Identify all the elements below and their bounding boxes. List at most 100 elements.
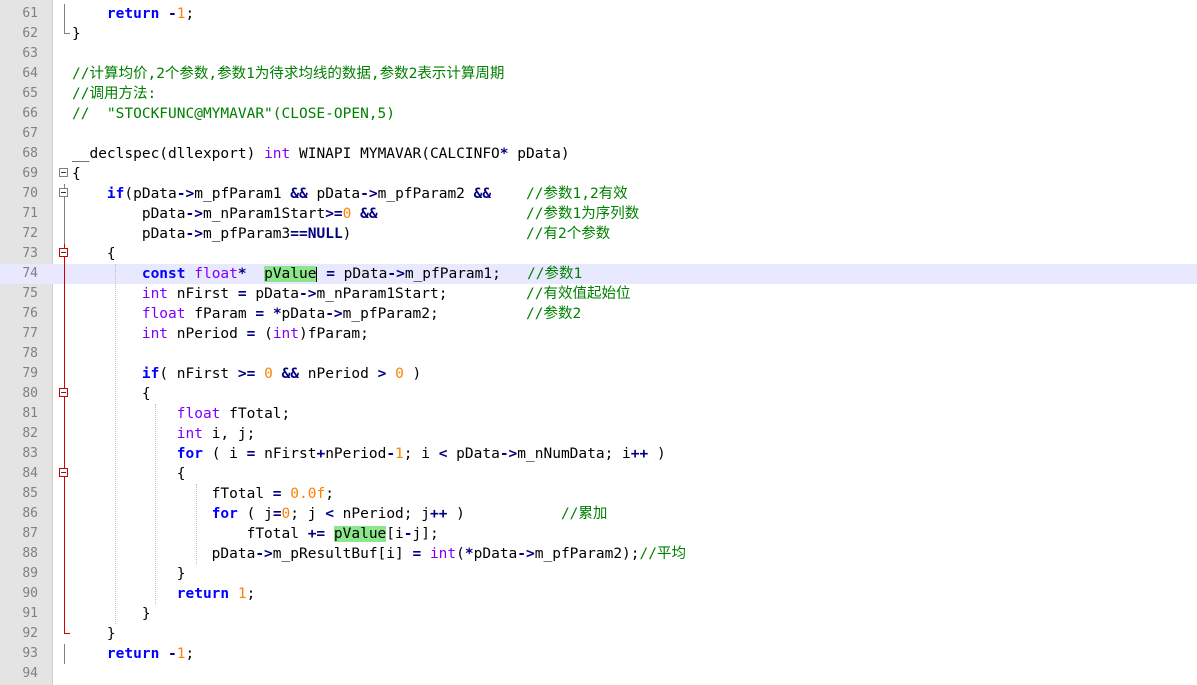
- code-text[interactable]: pData->m_pResultBuf[i] = int(*pData->m_p…: [72, 544, 686, 564]
- code-text[interactable]: return -1;: [72, 4, 194, 24]
- fold-empty: [58, 64, 72, 84]
- code-line[interactable]: 63: [0, 44, 1197, 64]
- code-line[interactable]: 86 for ( j=0; j < nPeriod; j++ ) //累加: [0, 504, 1197, 524]
- indent-guide: [155, 404, 156, 604]
- code-text[interactable]: __declspec(dllexport) int WINAPI MYMAVAR…: [72, 144, 570, 164]
- code-text[interactable]: }: [72, 624, 116, 644]
- code-line[interactable]: 90 return 1;: [0, 584, 1197, 604]
- code-text[interactable]: fTotal += pValue[i-j];: [72, 524, 439, 544]
- code-text[interactable]: // "STOCKFUNC@MYMAVAR"(CLOSE-OPEN,5): [72, 104, 395, 124]
- line-number: 66: [22, 106, 38, 121]
- code-line[interactable]: 71 pData->m_nParam1Start>=0 && //参数1为序列数: [0, 204, 1197, 224]
- code-text[interactable]: return -1;: [72, 644, 194, 664]
- fold-line: [58, 304, 72, 324]
- code-text[interactable]: float fParam = *pData->m_pfParam2; //参数2: [72, 304, 581, 324]
- code-line[interactable]: 85 fTotal = 0.0f;: [0, 484, 1197, 504]
- line-number: 89: [22, 566, 38, 581]
- fold-toggle-icon[interactable]: [58, 184, 72, 204]
- code-line[interactable]: 84 {: [0, 464, 1197, 484]
- code-line[interactable]: 76 float fParam = *pData->m_pfParam2; //…: [0, 304, 1197, 324]
- code-line[interactable]: 93 return -1;: [0, 644, 1197, 664]
- code-text[interactable]: {: [72, 464, 186, 484]
- code-text[interactable]: {: [72, 164, 81, 184]
- code-text[interactable]: int i, j;: [72, 424, 256, 444]
- fold-line: [58, 424, 72, 444]
- line-number: 81: [22, 406, 38, 421]
- line-number: 75: [22, 286, 38, 301]
- code-text[interactable]: for ( j=0; j < nPeriod; j++ ) //累加: [72, 504, 608, 524]
- code-line[interactable]: 73 {: [0, 244, 1197, 264]
- text-caret: [316, 266, 318, 282]
- code-line[interactable]: 79 if( nFirst >= 0 && nPeriod > 0 ): [0, 364, 1197, 384]
- fold-line: [58, 604, 72, 624]
- line-number: 88: [22, 546, 38, 561]
- code-text[interactable]: int nPeriod = (int)fParam;: [72, 324, 369, 344]
- fold-toggle-icon[interactable]: [58, 464, 72, 484]
- code-line[interactable]: 80 {: [0, 384, 1197, 404]
- line-number: 71: [22, 206, 38, 221]
- code-editor[interactable]: 61 return -1; 62} 63 64//计算均价,2个参数,参数1为待求均线…: [0, 0, 1197, 685]
- code-line[interactable]: 87 fTotal += pValue[i-j];: [0, 524, 1197, 544]
- code-line[interactable]: 82 int i, j;: [0, 424, 1197, 444]
- code-line[interactable]: 77 int nPeriod = (int)fParam;: [0, 324, 1197, 344]
- code-line[interactable]: 61 return -1;: [0, 4, 1197, 24]
- line-number: 80: [22, 386, 38, 401]
- code-line[interactable]: 92 }: [0, 624, 1197, 644]
- line-number: 76: [22, 306, 38, 321]
- fold-toggle-icon[interactable]: [58, 384, 72, 404]
- code-line[interactable]: 64 //计算均价,2个参数,参数1为待求均线的数据,参数2表示计算周期: [0, 64, 1197, 84]
- line-number: 69: [22, 166, 38, 181]
- fold-line: [58, 584, 72, 604]
- line-number: 94: [22, 666, 38, 681]
- code-line[interactable]: 88 pData->m_pResultBuf[i] = int(*pData->…: [0, 544, 1197, 564]
- code-line[interactable]: 66 // "STOCKFUNC@MYMAVAR"(CLOSE-OPEN,5): [0, 104, 1197, 124]
- fold-empty: [58, 124, 72, 144]
- code-line[interactable]: 78: [0, 344, 1197, 364]
- code-text[interactable]: if(pData->m_pfParam1 && pData->m_pfParam…: [72, 184, 628, 204]
- code-text[interactable]: for ( i = nFirst+nPeriod-1; i < pData->m…: [72, 444, 666, 464]
- fold-toggle-icon[interactable]: [58, 244, 72, 264]
- code-text[interactable]: }: [72, 24, 81, 44]
- code-text[interactable]: int nFirst = pData->m_nParam1Start; //有效…: [72, 284, 631, 304]
- fold-line: [58, 504, 72, 524]
- code-text[interactable]: pData->m_nParam1Start>=0 && //参数1为序列数: [72, 204, 639, 224]
- code-line[interactable]: 75 int nFirst = pData->m_nParam1Start; /…: [0, 284, 1197, 304]
- code-line[interactable]: 81 float fTotal;: [0, 404, 1197, 424]
- code-line[interactable]: 94: [0, 664, 1197, 684]
- code-line[interactable]: 68 __declspec(dllexport) int WINAPI MYMAV…: [0, 144, 1197, 164]
- code-line[interactable]: 83 for ( i = nFirst+nPeriod-1; i < pData…: [0, 444, 1197, 464]
- code-text[interactable]: return 1;: [72, 584, 256, 604]
- code-text[interactable]: pData->m_pfParam3==NULL) //有2个参数: [72, 224, 610, 244]
- code-line[interactable]: 72 pData->m_pfParam3==NULL) //有2个参数: [0, 224, 1197, 244]
- code-text[interactable]: }: [72, 604, 151, 624]
- code-line[interactable]: 65 //调用方法:: [0, 84, 1197, 104]
- line-number: 83: [22, 446, 38, 461]
- code-line[interactable]: 69 {: [0, 164, 1197, 184]
- line-number: 92: [22, 626, 38, 641]
- line-number: 78: [22, 346, 38, 361]
- code-line[interactable]: 62}: [0, 24, 1197, 44]
- code-line[interactable]: 67: [0, 124, 1197, 144]
- code-text[interactable]: //调用方法:: [72, 84, 156, 104]
- code-line[interactable]: 70 if(pData->m_pfParam1 && pData->m_pfPa…: [0, 184, 1197, 204]
- fold-line: [58, 364, 72, 384]
- code-text[interactable]: float fTotal;: [72, 404, 291, 424]
- line-number: 73: [22, 246, 38, 261]
- code-text[interactable]: {: [72, 244, 116, 264]
- code-text[interactable]: }: [72, 564, 186, 584]
- code-line[interactable]: 91 }: [0, 604, 1197, 624]
- fold-toggle-icon[interactable]: [58, 164, 72, 184]
- fold-line: [58, 284, 72, 304]
- code-text[interactable]: const float* pValue = pData->m_pfParam1;…: [72, 264, 582, 284]
- code-text[interactable]: //计算均价,2个参数,参数1为待求均线的数据,参数2表示计算周期: [72, 64, 504, 84]
- code-text[interactable]: fTotal = 0.0f;: [72, 484, 334, 504]
- line-number: 67: [22, 126, 38, 141]
- code-area[interactable]: 61 return -1; 62} 63 64//计算均价,2个参数,参数1为待求均线…: [0, 4, 1197, 684]
- code-line[interactable]: 89 }: [0, 564, 1197, 584]
- line-number: 77: [22, 326, 38, 341]
- code-text[interactable]: if( nFirst >= 0 && nPeriod > 0 ): [72, 364, 421, 384]
- line-number: 72: [22, 226, 38, 241]
- code-line[interactable]: 74 const float* pValue = pData->m_pfPara…: [0, 264, 1197, 284]
- code-text[interactable]: {: [72, 384, 151, 404]
- line-number: 91: [22, 606, 38, 621]
